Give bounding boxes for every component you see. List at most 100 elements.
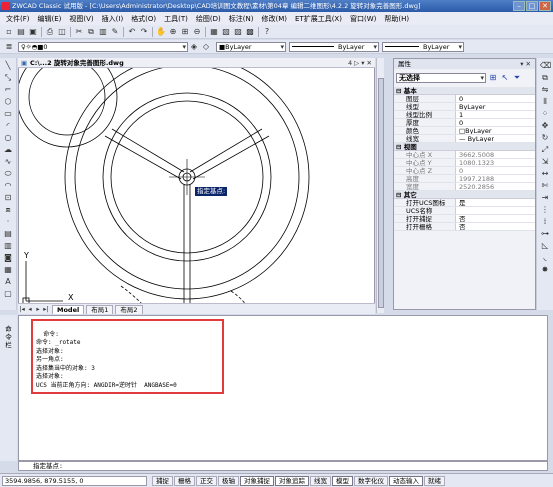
redo-icon[interactable]: ↷ xyxy=(139,27,149,37)
property-group-header[interactable]: ⊟ 其它 xyxy=(394,191,535,199)
property-row[interactable]: 线型比例 1 xyxy=(394,111,535,119)
erase-icon[interactable]: ⌫ xyxy=(540,61,551,71)
wipeout-icon[interactable]: ▢ xyxy=(3,289,13,299)
chamfer-icon[interactable]: ◺ xyxy=(540,241,550,251)
maximize-button[interactable]: □ xyxy=(526,1,538,11)
region-icon[interactable]: ◙ xyxy=(3,253,13,263)
menu-dimension[interactable]: 标注(N) xyxy=(225,14,258,24)
explode-icon[interactable]: ✸ xyxy=(540,265,550,275)
gradient-icon[interactable]: ▥ xyxy=(3,241,13,251)
extend-icon[interactable]: ⇥ xyxy=(540,193,550,203)
layer-manager-icon[interactable]: ≣ xyxy=(4,42,14,52)
layer-previous-icon[interactable]: ◇ xyxy=(201,42,211,52)
copy-icon[interactable]: ⧉ xyxy=(86,27,96,37)
tab-layout-1[interactable]: 布局1 xyxy=(86,304,114,314)
spline-icon[interactable]: ∿ xyxy=(3,157,13,167)
polar-toggle[interactable]: 极轴 xyxy=(218,475,239,486)
snap-toggle[interactable]: 捕捉 xyxy=(152,475,173,486)
help-icon[interactable]: ? xyxy=(262,27,272,37)
property-row[interactable]: 中心点 X 3662.5008 xyxy=(394,151,535,159)
dynamic-input-toggle[interactable]: 动态输入 xyxy=(389,475,423,486)
drawing-canvas[interactable]: Y X 指定基点: xyxy=(16,46,375,315)
ellipse-icon[interactable]: ⬭ xyxy=(3,169,13,179)
property-row[interactable]: 打开UCS图标是 xyxy=(394,199,535,207)
ellipse-arc-icon[interactable]: ◠ xyxy=(3,181,13,191)
drawing-vertical-scrollbar[interactable] xyxy=(376,58,384,313)
menu-tools[interactable]: 工具(T) xyxy=(160,14,192,24)
selection-dropdown[interactable]: 无选择 xyxy=(396,73,486,83)
menu-et-tools[interactable]: ET扩展工具(X) xyxy=(291,14,346,24)
coordinate-readout[interactable]: 3594.9856, 879.5155, 0 xyxy=(2,475,147,486)
point-icon[interactable]: · xyxy=(3,217,13,227)
table-icon[interactable]: ▦ xyxy=(3,265,13,275)
property-row[interactable]: 中心点 Z0 xyxy=(394,167,535,175)
make-current-layer-icon[interactable]: ◈ xyxy=(189,42,199,52)
minimize-button[interactable]: – xyxy=(513,1,525,11)
menu-window[interactable]: 窗口(W) xyxy=(346,14,380,24)
property-row[interactable]: 颜色 □ByLayer xyxy=(394,127,535,135)
hatch-icon[interactable]: ▤ xyxy=(3,229,13,239)
tab-prev-icon[interactable]: ◂ xyxy=(26,305,34,313)
select-objects-icon[interactable]: ↖ xyxy=(500,73,510,83)
zoom-window-icon[interactable]: ⊞ xyxy=(180,27,190,37)
polyline-icon[interactable]: ⌐ xyxy=(3,85,13,95)
join-icon[interactable]: ⊶ xyxy=(540,229,550,239)
mirror-icon[interactable]: ⇋ xyxy=(540,85,550,95)
lineweight-select[interactable]: ByLayer xyxy=(382,41,464,52)
property-row[interactable]: 厚度 0 xyxy=(394,119,535,127)
menu-insert[interactable]: 插入(I) xyxy=(98,14,128,24)
print-preview-icon[interactable]: ◫ xyxy=(57,27,67,37)
offset-icon[interactable]: ⫴ xyxy=(540,97,550,107)
zoom-realtime-icon[interactable]: ⊕ xyxy=(168,27,178,37)
undo-icon[interactable]: ↶ xyxy=(127,27,137,37)
save-icon[interactable]: ▣ xyxy=(28,27,38,37)
stretch-icon[interactable]: ⇲ xyxy=(540,157,550,167)
property-row[interactable]: 高度 1997.2188 xyxy=(394,175,535,183)
properties-icon[interactable]: ▦ xyxy=(209,27,219,37)
tool-palette-icon[interactable]: ▨ xyxy=(233,27,243,37)
rotate-icon[interactable]: ↻ xyxy=(540,133,550,143)
break-at-point-icon[interactable]: ⋮ xyxy=(540,205,550,215)
color-select[interactable]: ■ByLayer xyxy=(216,41,286,52)
insert-block-icon[interactable]: ⊡ xyxy=(3,193,13,203)
tab-first-icon[interactable]: |◂ xyxy=(18,305,26,313)
property-row[interactable]: UCS名称 xyxy=(394,207,535,215)
property-row[interactable]: 打开栅格否 xyxy=(394,223,535,231)
menu-draw[interactable]: 绘图(D) xyxy=(192,14,225,24)
trim-icon[interactable]: ✄ xyxy=(540,181,550,191)
tab-layout-2[interactable]: 布局2 xyxy=(115,304,143,314)
circle-icon[interactable]: ○ xyxy=(3,133,13,143)
document-tab-controls[interactable]: 4 ▷ ▾ ✕ xyxy=(348,58,372,68)
property-group-header[interactable]: ⊟ 基本 xyxy=(394,87,535,95)
menu-file[interactable]: 文件(F) xyxy=(2,14,34,24)
command-bar-handle[interactable]: 命 令 栏 xyxy=(0,315,17,461)
print-icon[interactable]: ⎙ xyxy=(45,27,55,37)
tab-last-icon[interactable]: ▸| xyxy=(42,305,50,313)
grid-toggle[interactable]: 栅格 xyxy=(174,475,195,486)
property-row[interactable]: 宽度 2520.2856 xyxy=(394,183,535,191)
line-icon[interactable]: ╲ xyxy=(3,61,13,71)
property-group-header[interactable]: ⊟ 视图 xyxy=(394,143,535,151)
property-row[interactable]: 线型 ByLayer xyxy=(394,103,535,111)
break-icon[interactable]: ⁞ xyxy=(540,217,550,227)
properties-panel-controls[interactable]: ▾ ✕ xyxy=(520,59,531,69)
lengthen-icon[interactable]: ↔ xyxy=(540,169,550,179)
lineweight-toggle[interactable]: 线宽 xyxy=(310,475,331,486)
property-row[interactable]: 打开捕捉否 xyxy=(394,215,535,223)
move-icon[interactable]: ✥ xyxy=(540,121,550,131)
menu-help[interactable]: 帮助(H) xyxy=(380,14,413,24)
menu-format[interactable]: 格式(O) xyxy=(127,14,160,24)
linetype-select[interactable]: ByLayer xyxy=(289,41,379,52)
new-file-icon[interactable]: ▫ xyxy=(4,27,14,37)
menu-modify[interactable]: 修改(M) xyxy=(257,14,291,24)
construction-line-icon[interactable]: ⤡ xyxy=(3,73,13,83)
tablet-toggle[interactable]: 数字化仪 xyxy=(354,475,388,486)
arc-icon[interactable]: ◜ xyxy=(3,121,13,131)
menu-edit[interactable]: 编辑(E) xyxy=(34,14,66,24)
design-center-icon[interactable]: ▧ xyxy=(221,27,231,37)
calculator-icon[interactable]: ▩ xyxy=(245,27,255,37)
property-row[interactable]: 线宽 — ByLayer xyxy=(394,135,535,143)
toggle-pickadd-icon[interactable]: ⊞ xyxy=(488,73,498,83)
close-button[interactable]: ✕ xyxy=(539,1,551,11)
cut-icon[interactable]: ✂ xyxy=(74,27,84,37)
